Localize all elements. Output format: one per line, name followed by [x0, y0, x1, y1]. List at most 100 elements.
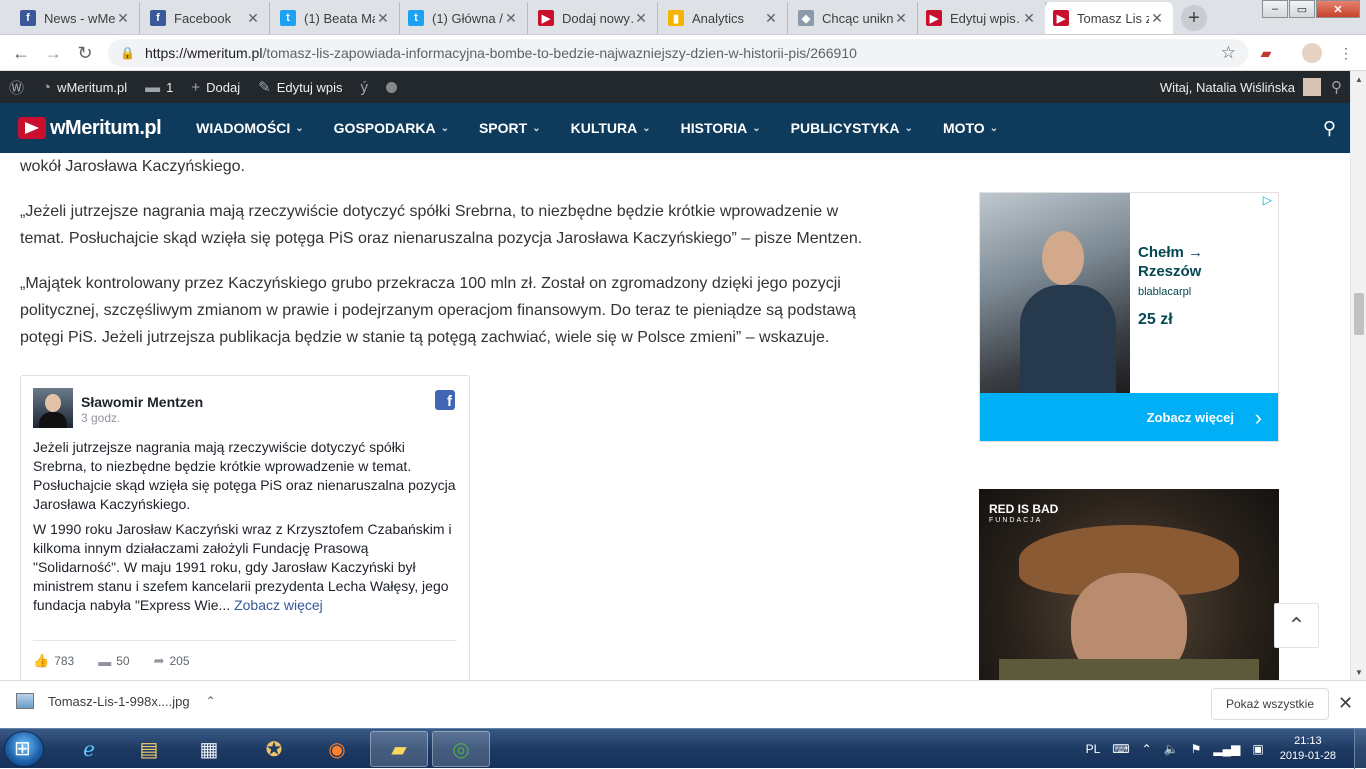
pencil-icon: ✎	[258, 79, 271, 96]
facebook-icon: f	[150, 10, 166, 26]
nav-item-4[interactable]: HISTORIA ⌄	[666, 120, 776, 136]
menu-icon[interactable]: ⋮	[1336, 43, 1356, 63]
wp-comments-link[interactable]: ▬ 1	[136, 71, 182, 103]
wp-logo-icon[interactable]: Ⓦ	[0, 71, 33, 103]
redisbad-ad[interactable]: RED IS BAD FUNDACJA	[979, 489, 1279, 680]
tab-close-icon[interactable]: ✕	[1021, 10, 1037, 27]
pdf-extension-icon[interactable]: ▰	[1256, 43, 1276, 63]
tab-close-icon[interactable]: ✕	[115, 10, 131, 27]
system-clock[interactable]: 21:13 2019-01-28	[1280, 734, 1336, 764]
tab-close-icon[interactable]: ✕	[375, 10, 391, 27]
browser-tab[interactable]: t (1) Główna / T…✕	[400, 2, 528, 34]
post-author[interactable]: Sławomir Mentzen	[81, 394, 203, 410]
scroll-up-arrow[interactable]: ▲	[1351, 71, 1366, 87]
volume-icon[interactable]: 🔈	[1164, 742, 1179, 756]
browser-tab[interactable]: f Facebook ✕	[142, 2, 270, 34]
user-avatar[interactable]	[1303, 78, 1321, 96]
lock-icon: 🔒	[120, 46, 135, 60]
see-more-link[interactable]: Zobacz więcej	[234, 597, 323, 613]
comments-stat[interactable]: ▬ 50	[98, 653, 129, 669]
maximize-button[interactable]: ▭	[1289, 0, 1315, 18]
tab-close-icon[interactable]: ✕	[503, 10, 519, 27]
sticky-notes-icon[interactable]: ▰	[370, 731, 428, 767]
scroll-to-top-button[interactable]: ⌃	[1274, 603, 1319, 648]
back-icon[interactable]: ←	[10, 42, 32, 64]
ad-brand-logo: RED IS BAD FUNDACJA	[989, 502, 1059, 524]
browser-tab[interactable]: ▶ Tomasz Lis za…✕	[1045, 2, 1173, 34]
chrome-icon[interactable]: ◎	[432, 731, 490, 767]
ad-brand: blablacarpl	[1138, 286, 1192, 298]
network-signal-icon[interactable]: ▂▄▆	[1213, 742, 1240, 756]
close-download-bar-icon[interactable]: ✕	[1338, 693, 1353, 714]
nav-item-6[interactable]: MOTO ⌄	[928, 120, 1013, 136]
window-close-button[interactable]: ✕	[1316, 0, 1360, 18]
show-all-downloads-button[interactable]: Pokaż wszystkie	[1211, 688, 1329, 720]
nav-item-2[interactable]: SPORT ⌄	[464, 120, 556, 136]
nav-item-3[interactable]: KULTURA ⌄	[556, 120, 666, 136]
document-icon[interactable]: ▦	[180, 731, 238, 767]
nav-item-1[interactable]: GOSPODARKA ⌄	[319, 120, 464, 136]
facebook-icon[interactable]: f	[435, 390, 455, 410]
tab-close-icon[interactable]: ✕	[245, 10, 261, 27]
browser-tab[interactable]: ◆ Chcąc uniknąć…✕	[790, 2, 918, 34]
shares-stat[interactable]: ➦ 205	[154, 653, 190, 669]
site-search-icon[interactable]: ⚲	[1323, 118, 1336, 139]
download-item[interactable]: Tomasz-Lis-1-998x....jpg ⌃	[16, 693, 216, 709]
page-content: wokół Jarosława Kaczyńskiego. „Jeżeli ju…	[0, 153, 1350, 680]
new-tab-button[interactable]: +	[1181, 5, 1207, 31]
browser-tab[interactable]: t (1) Beata Ma…✕	[272, 2, 400, 34]
page-scrollbar[interactable]: ▲ ▼	[1350, 71, 1366, 680]
post-time[interactable]: 3 godz.	[81, 411, 203, 425]
browser-tab[interactable]: ▮ Analytics ✕	[660, 2, 788, 34]
start-button[interactable]	[4, 731, 44, 767]
chevron-up-icon[interactable]: ⌃	[206, 694, 216, 708]
yoast-icon[interactable]: ý	[351, 71, 377, 103]
minimize-button[interactable]: –	[1262, 0, 1288, 18]
internet-explorer-icon[interactable]: ℯ	[60, 731, 118, 767]
browser-tab[interactable]: ▶ Edytuj wpis… ✕	[918, 2, 1046, 34]
wp-edit-post[interactable]: ✎ Edytuj wpis	[249, 71, 351, 103]
action-center-flag-icon[interactable]: ⚑	[1191, 742, 1202, 756]
profile-avatar[interactable]	[1302, 43, 1322, 63]
browser-tab[interactable]: f News - wMeritum✕	[12, 2, 140, 34]
file-explorer-icon[interactable]: ▤	[120, 731, 178, 767]
wp-user-greeting[interactable]: Witaj, Natalia Wiślińska	[1160, 80, 1295, 95]
tab-close-icon[interactable]: ✕	[633, 10, 649, 27]
wp-add-new[interactable]: + Dodaj	[182, 71, 249, 103]
comment-icon: ▬	[98, 653, 112, 669]
tab-label: (1) Beata Ma…	[304, 10, 375, 26]
site-logo[interactable]: wMeritum.pl	[18, 117, 162, 140]
browser-tab[interactable]: ▶ Dodaj nowy…✕	[530, 2, 658, 34]
author-avatar[interactable]	[33, 388, 73, 428]
likes-stat[interactable]: 👍 783	[33, 653, 74, 669]
article-paragraph: „Jeżeli jutrzejsze nagrania mają rzeczyw…	[20, 203, 863, 247]
show-desktop-button[interactable]	[1354, 729, 1366, 769]
network-icon[interactable]: ▣	[1252, 742, 1263, 756]
keyboard-icon[interactable]: ⌨	[1112, 742, 1129, 756]
nav-item-5[interactable]: PUBLICYSTYKA ⌄	[776, 120, 928, 136]
paint-icon[interactable]: ✪	[245, 731, 303, 767]
reload-icon[interactable]: ↻	[74, 42, 96, 64]
ad-cta-button[interactable]: Zobacz więcej ›	[980, 393, 1278, 441]
wmeritum-icon: ▶	[1053, 10, 1069, 26]
scroll-down-arrow[interactable]: ▼	[1351, 664, 1366, 680]
article-body: wokół Jarosława Kaczyńskiego. „Jeżeli ju…	[20, 153, 880, 369]
nav-item-0[interactable]: WIADOMOŚCI ⌄	[181, 120, 319, 136]
firefox-icon[interactable]: ◉	[308, 731, 366, 767]
blablacar-ad[interactable]: ▷ Chełm → Rzeszów blablacarpl 25 zł Zoba…	[979, 192, 1279, 442]
browser-toolbar: ← → ↻ 🔒 https://wmeritum.pl/tomasz-lis-z…	[0, 35, 1366, 71]
address-bar[interactable]: 🔒 https://wmeritum.pl/tomasz-lis-zapowia…	[108, 39, 1248, 67]
scrollbar-thumb[interactable]	[1354, 293, 1364, 335]
download-bar: Tomasz-Lis-1-998x....jpg ⌃ Pokaż wszystk…	[0, 680, 1366, 728]
forward-icon[interactable]: →	[42, 42, 64, 64]
tab-close-icon[interactable]: ✕	[763, 10, 779, 27]
language-indicator[interactable]: PL	[1086, 742, 1101, 756]
tray-expand-icon[interactable]: ⌃	[1142, 742, 1152, 756]
tab-close-icon[interactable]: ✕	[1149, 10, 1165, 27]
wp-site-link[interactable]: ◔ wMeritum.pl	[33, 71, 136, 103]
adchoices-icon[interactable]: ▷	[1263, 193, 1272, 207]
post-stats: 👍 783 ▬ 50 ➦ 205	[33, 640, 457, 669]
bookmark-star-icon[interactable]: ☆	[1221, 43, 1236, 63]
tab-close-icon[interactable]: ✕	[893, 10, 909, 27]
wp-search-icon[interactable]: ⚲	[1331, 78, 1342, 96]
